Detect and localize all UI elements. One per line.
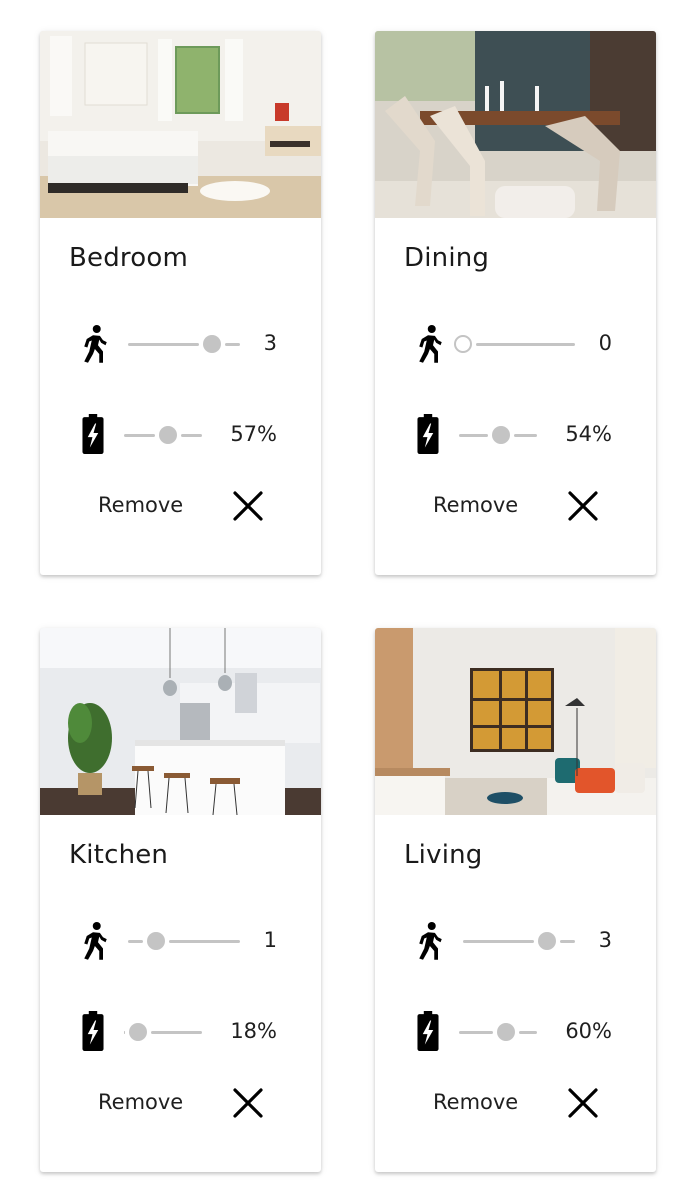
slider-track [124, 434, 155, 437]
walking-person-icon [78, 921, 108, 961]
motion-slider[interactable] [454, 334, 575, 354]
room-card-living: Living 3 60% Remove [375, 628, 656, 1172]
slider-thumb[interactable] [147, 932, 165, 950]
slider-track [181, 434, 202, 437]
slider-thumb[interactable] [492, 426, 510, 444]
motion-count: 0 [598, 331, 612, 355]
battery-charging-icon [82, 414, 104, 454]
motion-slider[interactable] [128, 334, 240, 354]
remove-button[interactable]: Remove [433, 493, 518, 517]
room-photo [40, 628, 321, 815]
battery-charging-icon [82, 1011, 104, 1051]
battery-slider[interactable] [124, 425, 202, 445]
close-icon[interactable] [231, 1086, 265, 1120]
slider-track [463, 940, 534, 943]
motion-slider[interactable] [128, 931, 240, 951]
slider-thumb[interactable] [129, 1023, 147, 1041]
slider-track [128, 940, 143, 943]
slider-track [514, 434, 537, 437]
slider-track [151, 1031, 202, 1034]
battery-percent: 57% [230, 422, 277, 446]
walking-person-icon [413, 921, 443, 961]
slider-thumb[interactable] [497, 1023, 515, 1041]
battery-charging-icon [417, 1011, 439, 1051]
battery-percent: 18% [230, 1019, 277, 1043]
battery-percent: 60% [565, 1019, 612, 1043]
slider-track [560, 940, 575, 943]
room-name: Living [404, 840, 483, 870]
walking-person-icon [78, 324, 108, 364]
slider-track [459, 1031, 493, 1034]
slider-track [169, 940, 240, 943]
room-name: Kitchen [69, 840, 169, 870]
remove-button[interactable]: Remove [98, 493, 183, 517]
slider-track [225, 343, 240, 346]
remove-button[interactable]: Remove [98, 1090, 183, 1114]
room-card-kitchen: Kitchen 1 18% Remove [40, 628, 321, 1172]
motion-slider[interactable] [463, 931, 575, 951]
slider-thumb[interactable] [538, 932, 556, 950]
motion-count: 3 [598, 928, 612, 952]
motion-count: 1 [263, 928, 277, 952]
slider-thumb[interactable] [159, 426, 177, 444]
motion-count: 3 [263, 331, 277, 355]
slider-thumb[interactable] [203, 335, 221, 353]
battery-charging-icon [417, 414, 439, 454]
battery-slider[interactable] [459, 1022, 537, 1042]
room-photo [40, 31, 321, 218]
slider-track [476, 343, 575, 346]
slider-track [519, 1031, 537, 1034]
room-photo [375, 628, 656, 815]
battery-slider[interactable] [459, 425, 537, 445]
close-icon[interactable] [566, 489, 600, 523]
room-card-bedroom: Bedroom 3 57% Remove [40, 31, 321, 575]
close-icon[interactable] [566, 1086, 600, 1120]
slider-track [128, 343, 199, 346]
walking-person-icon [413, 324, 443, 364]
slider-track [124, 1031, 125, 1034]
close-icon[interactable] [231, 489, 265, 523]
room-name: Bedroom [69, 243, 188, 273]
remove-button[interactable]: Remove [433, 1090, 518, 1114]
slider-track [459, 434, 488, 437]
room-card-dining: Dining 0 54% Remove [375, 31, 656, 575]
battery-percent: 54% [565, 422, 612, 446]
battery-slider[interactable] [124, 1022, 202, 1042]
room-name: Dining [404, 243, 490, 273]
slider-thumb[interactable] [454, 335, 472, 353]
room-photo [375, 31, 656, 218]
